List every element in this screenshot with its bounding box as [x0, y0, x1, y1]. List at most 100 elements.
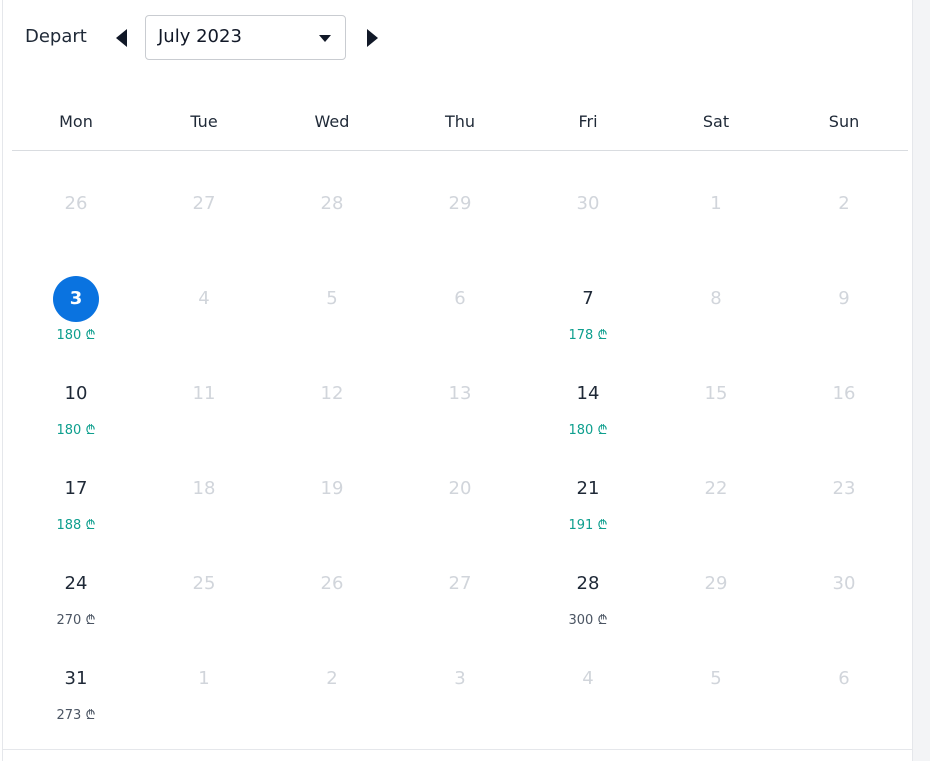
weekday-header: Mon Tue Wed Thu Fri Sat Sun: [12, 112, 908, 150]
caret-down-icon: [319, 35, 331, 42]
calendar-day: 23: [780, 445, 908, 540]
calendar-day[interactable]: 14 180 ₾: [524, 350, 652, 445]
previous-month-button[interactable]: [113, 27, 133, 49]
day-number: 15: [704, 383, 728, 404]
calendar-day: 18: [140, 445, 268, 540]
day-price: 273 ₾: [12, 705, 140, 723]
weekday-label: Sun: [828, 112, 860, 131]
day-number: 28: [320, 193, 344, 214]
price-value: 191: [568, 518, 594, 533]
currency-symbol: ₾: [85, 423, 96, 438]
calendar-day: 13: [396, 350, 524, 445]
header-divider: [12, 150, 908, 151]
day-number: 16: [832, 383, 856, 404]
calendar-week-row: 24 270 ₾ 25 26 27 28 300 ₾ 29 30: [12, 540, 908, 635]
day-number: 9: [838, 288, 850, 309]
calendar-day: 1: [140, 635, 268, 730]
price-value: 178: [568, 328, 594, 343]
calendar-week-row: 26 27 28 29 30 1 2: [12, 160, 908, 255]
calendar-day: 2: [268, 635, 396, 730]
calendar-day: 3: [396, 635, 524, 730]
day-number: 28: [576, 573, 600, 594]
calendar-day: 5: [268, 255, 396, 350]
calendar-week-row: 31 273 ₾ 1 2 3 4 5 6: [12, 635, 908, 730]
day-number: 31: [64, 668, 88, 689]
calendar-day: 6: [780, 635, 908, 730]
calendar-day: 22: [652, 445, 780, 540]
price-value: 273: [56, 708, 82, 723]
calendar-day[interactable]: 21 191 ₾: [524, 445, 652, 540]
day-number: 10: [64, 383, 88, 404]
currency-symbol: ₾: [597, 423, 608, 438]
calendar-day: 27: [396, 540, 524, 635]
currency-symbol: ₾: [597, 518, 608, 533]
caret-right-icon: [367, 29, 378, 47]
day-price: 180 ₾: [12, 420, 140, 438]
currency-symbol: ₾: [85, 328, 96, 343]
calendar-day[interactable]: 7 178 ₾: [524, 255, 652, 350]
calendar-day: 12: [268, 350, 396, 445]
weekday-label: Thu: [444, 112, 476, 131]
weekday-label: Mon: [59, 112, 93, 131]
day-number: 17: [64, 478, 88, 499]
bottom-divider: [2, 749, 913, 750]
day-number: 6: [838, 668, 850, 689]
day-number: 14: [576, 383, 600, 404]
calendar-day: 28: [268, 160, 396, 255]
calendar-grid: 26 27 28 29 30 1 2 3 180 ₾ 4 5 6 7 178 ₾ 8 9 10 180 ₾ 11 12…: [12, 160, 908, 730]
calendar-day: 2: [780, 160, 908, 255]
calendar-day: 25: [140, 540, 268, 635]
day-number: 22: [704, 478, 728, 499]
month-select[interactable]: July 2023: [145, 15, 346, 60]
calendar-day: 16: [780, 350, 908, 445]
price-value: 180: [568, 423, 594, 438]
day-number: 21: [576, 478, 600, 499]
calendar-day: 30: [780, 540, 908, 635]
weekday-label: Sat: [702, 112, 730, 131]
calendar-day[interactable]: 31 273 ₾: [12, 635, 140, 730]
day-number: 7: [582, 288, 594, 309]
day-number: 2: [838, 193, 850, 214]
calendar-week-row: 17 188 ₾ 18 19 20 21 191 ₾ 22 23: [12, 445, 908, 540]
calendar-day[interactable]: 28 300 ₾: [524, 540, 652, 635]
calendar-day: 26: [12, 160, 140, 255]
calendar-day: 30: [524, 160, 652, 255]
currency-symbol: ₾: [85, 613, 96, 628]
day-number: 4: [582, 668, 594, 689]
day-number: 27: [448, 573, 472, 594]
price-value: 300: [568, 613, 594, 628]
day-number: 2: [326, 668, 338, 689]
calendar-day: 8: [652, 255, 780, 350]
calendar-week-row: 3 180 ₾ 4 5 6 7 178 ₾ 8 9: [12, 255, 908, 350]
calendar-day: 15: [652, 350, 780, 445]
weekday-label: Fri: [578, 112, 598, 131]
day-number: 1: [710, 193, 722, 214]
calendar-day[interactable]: 10 180 ₾: [12, 350, 140, 445]
calendar-day: 11: [140, 350, 268, 445]
day-number: 13: [448, 383, 472, 404]
day-number: 29: [448, 193, 472, 214]
calendar-day: 29: [652, 540, 780, 635]
month-toolbar: Depart July 2023: [3, 15, 603, 60]
price-value: 180: [56, 328, 82, 343]
day-number: 3: [53, 276, 99, 322]
day-number: 25: [192, 573, 216, 594]
day-number: 8: [710, 288, 722, 309]
day-number: 19: [320, 478, 344, 499]
calendar-day: 19: [268, 445, 396, 540]
day-number: 12: [320, 383, 344, 404]
calendar-day-selected[interactable]: 3 180 ₾: [12, 255, 140, 350]
scrollbar-track[interactable]: [913, 0, 930, 761]
day-number: 6: [454, 288, 466, 309]
calendar-week-row: 10 180 ₾ 11 12 13 14 180 ₾ 15 16: [12, 350, 908, 445]
day-price: 188 ₾: [12, 515, 140, 533]
price-value: 180: [56, 423, 82, 438]
calendar-day: 27: [140, 160, 268, 255]
calendar-day[interactable]: 17 188 ₾: [12, 445, 140, 540]
calendar-day: 6: [396, 255, 524, 350]
calendar-day[interactable]: 24 270 ₾: [12, 540, 140, 635]
price-value: 188: [56, 518, 82, 533]
day-number: 26: [320, 573, 344, 594]
currency-symbol: ₾: [597, 328, 608, 343]
next-month-button[interactable]: [363, 27, 383, 49]
